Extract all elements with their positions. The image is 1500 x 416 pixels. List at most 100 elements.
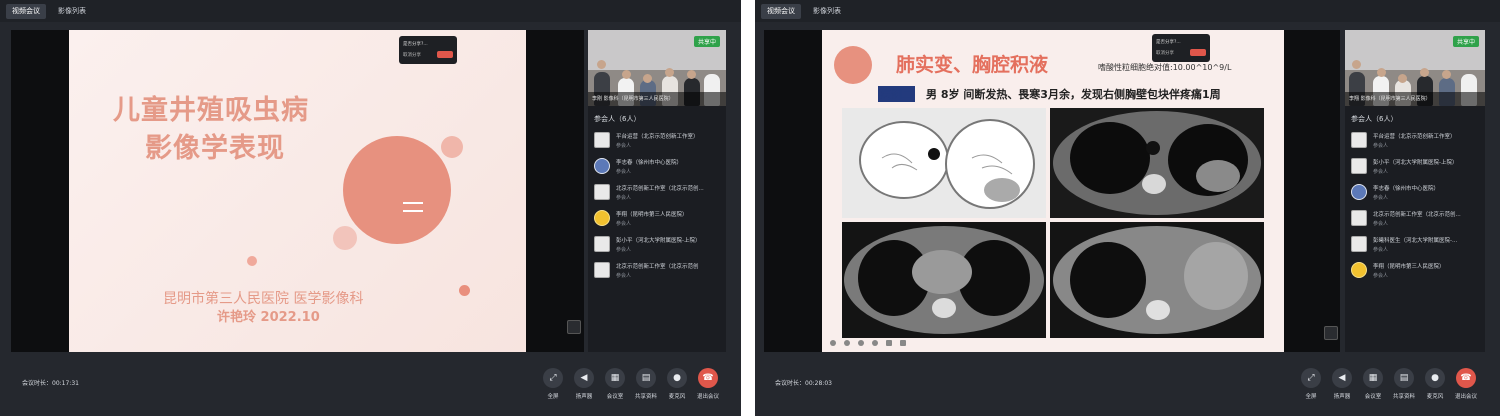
shared-screen: 肺实变、胸腔积液 嗜酸性粒细胞绝对值:10.00^10^9/L 病例二 男 8岁…: [764, 30, 1340, 352]
control-label: 退出会议: [696, 394, 719, 400]
meeting-room-button[interactable]: ▦ 会议室: [603, 368, 627, 400]
ct-lung-window: [842, 108, 1046, 218]
avatar: [1351, 184, 1367, 200]
tab-image-list[interactable]: 影像列表: [807, 4, 847, 19]
participant-item[interactable]: 彭小平（河北大学附属医院-上院） 参会人: [594, 234, 722, 256]
decor-circle: [459, 285, 470, 296]
fullscreen-button[interactable]: ⤢ 全屏: [541, 368, 565, 400]
control-label: 全屏: [1305, 394, 1317, 400]
tab-image-list[interactable]: 影像列表: [52, 4, 92, 19]
pen-icon[interactable]: [872, 340, 878, 346]
next-icon[interactable]: [858, 340, 864, 346]
meeting-room-button[interactable]: ▦ 会议室: [1361, 368, 1385, 400]
speaker-icon: ◀: [1332, 368, 1352, 388]
abdomen-scan-graphic: [842, 222, 1046, 338]
participant-role: 参会人: [616, 195, 632, 201]
decor-line: [403, 202, 423, 204]
share-material-button[interactable]: ▤ 共享资料: [634, 368, 658, 400]
meeting-duration: 会议时长：00:17:31: [22, 380, 79, 387]
control-label: 麦克风: [668, 394, 686, 400]
avatar: [594, 262, 610, 278]
participant-item[interactable]: 李翔（昆明市第三人民医院） 参会人: [594, 208, 722, 230]
fullscreen-button[interactable]: ⤢ 全屏: [1299, 368, 1323, 400]
avatar: [1351, 210, 1367, 226]
participant-role: 参会人: [616, 143, 632, 149]
control-label: 扬声器: [1333, 394, 1351, 400]
decor-circle: [247, 256, 257, 266]
microphone-button[interactable]: ● 麦克风: [665, 368, 689, 400]
expand-icon: ⤢: [543, 368, 563, 388]
tooltip-text: 是否分享?...: [403, 42, 428, 47]
phone-hangup-icon: ☎: [1456, 368, 1476, 388]
tooltip-button[interactable]: [1190, 49, 1206, 56]
tooltip-subtext: 取消分享: [1156, 51, 1174, 56]
tooltip-text: 是否分享?...: [1156, 40, 1181, 45]
microphone-icon: ●: [1425, 368, 1445, 388]
page-toggle-button[interactable]: [567, 320, 581, 334]
participant-name: 北京示范创新工作室（北京示范创...: [1373, 212, 1461, 218]
participant-role: 参会人: [616, 273, 632, 279]
mediastinal-scan-graphic: [1050, 108, 1264, 218]
participant-name: 李志春（徐州市中心医院）: [616, 160, 683, 166]
speaker-button[interactable]: ◀ 扬声器: [572, 368, 596, 400]
participant-role: 参会人: [1373, 169, 1389, 175]
tooltip-subtext: 取消分享: [403, 53, 421, 58]
slide-institution: 昆明市第三人民医院 医学影像科: [163, 291, 364, 307]
tab-video-meeting[interactable]: 视频会议: [761, 4, 801, 19]
ct-mediastinal-window: [1050, 108, 1264, 218]
leave-meeting-button[interactable]: ☎ 退出会议: [696, 368, 720, 400]
participant-item[interactable]: 北京示范创新工作室（北京示范创 参会人: [594, 260, 722, 282]
play-icon[interactable]: [844, 340, 850, 346]
participant-item[interactable]: 李志春（徐州市中心医院） 参会人: [594, 156, 722, 178]
participant-item[interactable]: 平台运营（北京示范创新工作室） 参会人: [594, 130, 722, 152]
decor-circle: [343, 136, 451, 244]
participant-panel: 共享中 李刚 影像科（昆明市第三人民医院） 参会人（6人） 平台运营（北京示范创…: [588, 30, 726, 352]
speaker-button[interactable]: ◀ 扬声器: [1330, 368, 1354, 400]
participants-title: 参会人（6人）: [594, 115, 641, 123]
participant-item[interactable]: 李翔（昆明市第三人民医院） 参会人: [1351, 260, 1481, 282]
camera-feed: 共享中 李翔 影像科（昆明市第三人民医院）: [1345, 30, 1485, 106]
sharing-badge: 共享中: [693, 36, 720, 47]
decor-line: [403, 210, 423, 212]
zoom-icon[interactable]: [900, 340, 906, 346]
speaker-icon: ◀: [574, 368, 594, 388]
participant-item[interactable]: 彭曦科医生（河北大学附属医院-... 参会人: [1351, 234, 1481, 256]
prev-icon[interactable]: [830, 340, 836, 346]
participant-item[interactable]: 彭小平（河北大学附属医院-上院） 参会人: [1351, 156, 1481, 178]
slide-title-line1: 儿童井殖吸虫病: [113, 95, 309, 126]
tab-video-meeting[interactable]: 视频会议: [6, 4, 46, 19]
tooltip-button[interactable]: [437, 51, 453, 58]
meeting-window-right: 视频会议 影像列表 肺实变、胸腔积液 嗜酸性粒细胞绝对值:10.00^10^9/…: [755, 0, 1500, 416]
slide-title: 肺实变、胸腔积液: [896, 54, 1049, 76]
lung-scan-graphic: [859, 119, 1035, 209]
sharing-badge: 共享中: [1452, 36, 1479, 47]
control-label: 全屏: [547, 394, 559, 400]
presentation-slide: 肺实变、胸腔积液 嗜酸性粒细胞绝对值:10.00^10^9/L 病例二 男 8岁…: [822, 30, 1284, 352]
slide-title-line2: 影像学表现: [145, 133, 285, 164]
shared-screen: 儿童井殖吸虫病 影像学表现 昆明市第三人民医院 医学影像科 许艳玲 2022.1…: [11, 30, 584, 352]
participant-item[interactable]: 李志春（徐州市中心医院） 参会人: [1351, 182, 1481, 204]
leave-meeting-button[interactable]: ☎ 退出会议: [1454, 368, 1478, 400]
camera-caption: 李刚 影像科（昆明市第三人民医院）: [588, 92, 726, 106]
control-label: 麦克风: [1426, 394, 1444, 400]
microphone-button[interactable]: ● 麦克风: [1423, 368, 1447, 400]
meeting-duration: 会议时长：00:28:03: [775, 380, 832, 387]
participant-name: 平台运营（北京示范创新工作室）: [1373, 134, 1456, 140]
participant-item[interactable]: 北京示范创新工作室（北京示范创... 参会人: [594, 182, 722, 204]
decor-circle: [333, 226, 357, 250]
tab-bar: 视频会议 影像列表: [755, 0, 1500, 22]
participant-name: 李翔（昆明市第三人民医院）: [1373, 264, 1445, 270]
decor-circle: [441, 136, 463, 158]
grid-view-icon[interactable]: [886, 340, 892, 346]
meeting-window-left: 视频会议 影像列表 儿童井殖吸虫病 影像学表现 昆明市第三人民医院 医学影像科 …: [0, 0, 741, 416]
page-toggle-button[interactable]: [1324, 326, 1338, 340]
grid-icon: ▦: [1363, 368, 1383, 388]
participant-item[interactable]: 平台运营（北京示范创新工作室） 参会人: [1351, 130, 1481, 152]
ct-abdomen-window-1: [842, 222, 1046, 338]
document-icon: ▤: [1394, 368, 1414, 388]
participant-role: 参会人: [1373, 195, 1389, 201]
share-material-button[interactable]: ▤ 共享资料: [1392, 368, 1416, 400]
participant-name: 北京示范创新工作室（北京示范创...: [616, 186, 704, 192]
participant-item[interactable]: 北京示范创新工作室（北京示范创... 参会人: [1351, 208, 1481, 230]
avatar: [594, 158, 610, 174]
